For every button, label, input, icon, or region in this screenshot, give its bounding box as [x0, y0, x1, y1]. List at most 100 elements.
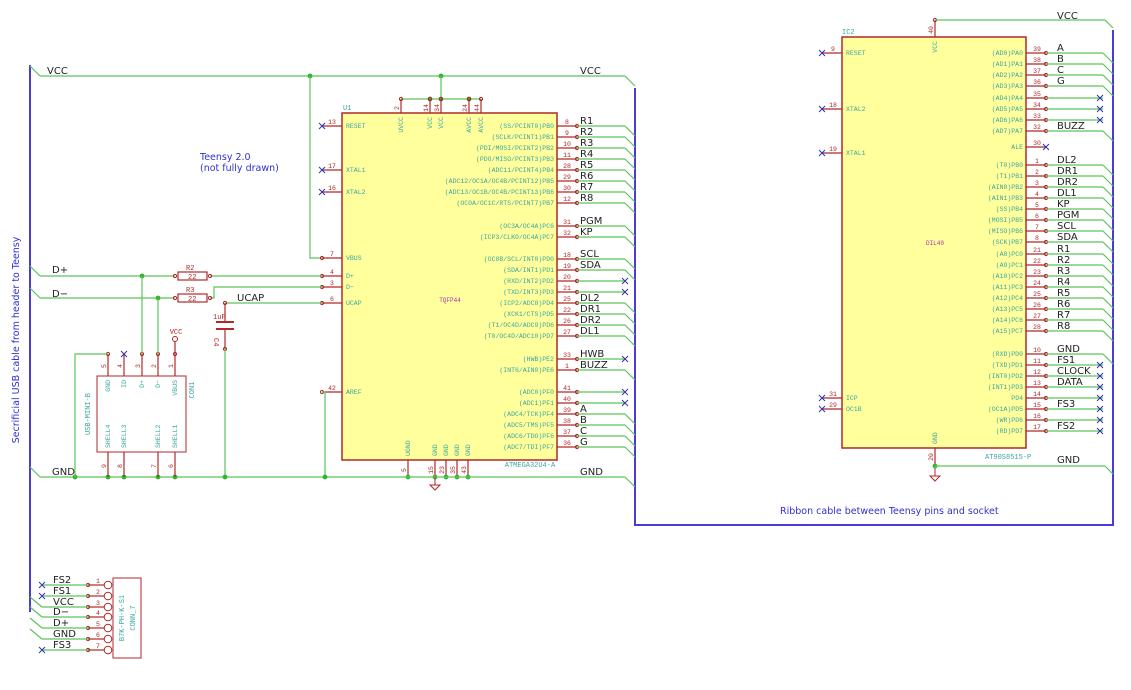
bus-entry: [1102, 308, 1114, 320]
pin-number: 8: [117, 464, 124, 468]
pin-name: RESET: [846, 50, 866, 57]
net-label: R8: [1057, 321, 1070, 332]
pin-number: 1: [565, 363, 569, 370]
pin-name: (ADC0)PF0: [519, 389, 554, 396]
conn7-ref: CONN_7: [130, 605, 138, 630]
net-label: R7: [580, 182, 593, 193]
bus-entry: [624, 258, 636, 270]
net-label: KP: [1057, 199, 1070, 210]
pin-number: 21: [1033, 247, 1041, 254]
pin-number: 17: [1033, 424, 1041, 431]
pin-name: (T0/OC4D/ADC10)PD7: [484, 333, 554, 340]
net-label: BUZZ: [580, 360, 608, 371]
pin-name: (OC0B/SCL/INT0)PD0: [484, 256, 554, 263]
net-label: DL1: [1057, 188, 1077, 199]
bus-entry: [1102, 186, 1114, 198]
bus-entry: [624, 413, 636, 425]
pin-name: (ADC13/OC1B/OC4B/PCINT13)PB6: [445, 189, 554, 196]
bus-entry: [29, 628, 43, 640]
schematic: VCC VCCU1ATMEGA32U4-ATQFP4413RESET17XTAL1…: [11, 11, 1114, 659]
pin-name: RESET: [346, 123, 366, 130]
bus-entry: [624, 269, 636, 281]
bus-entry: [29, 466, 41, 478]
pin-name: ICP: [846, 395, 858, 402]
net-label: DL2: [1057, 155, 1077, 166]
pin-name: SHELL3: [121, 424, 128, 448]
pin-number: 38: [1033, 57, 1041, 64]
bus-entry: [29, 287, 41, 299]
pin-name: D−: [155, 380, 162, 388]
pin-number: 40: [928, 26, 935, 34]
net-label: R4: [580, 149, 593, 160]
net-label: PGM: [580, 216, 602, 227]
bus-entry: [624, 191, 636, 203]
pin-name: (AD5)PA5: [992, 106, 1023, 113]
ic2-footprint: DIL40: [926, 240, 944, 247]
pin-number: 22: [563, 307, 571, 314]
net-label: GND: [53, 629, 76, 640]
pin-name: GND: [454, 444, 461, 456]
net-label: R6: [1057, 299, 1070, 310]
net-label: DR1: [580, 304, 601, 315]
pin-number: 5: [101, 364, 108, 368]
aref-wire: [322, 391, 326, 477]
pin-number: 14: [423, 104, 430, 112]
pin-number: 12: [563, 196, 571, 203]
pin-name: (XCK1/CTS)PD5: [503, 311, 554, 318]
pin-number: 36: [563, 440, 571, 447]
bus-entry: [1102, 319, 1114, 331]
pin-name: (TXD/INT3)PD3: [503, 289, 554, 296]
pin-name: AREF: [346, 389, 362, 396]
vcc-net-label: VCC: [47, 66, 68, 77]
pin-name: (SCK)PB7: [992, 239, 1023, 246]
pin-name: (OC1A)PD5: [988, 406, 1023, 413]
left-bus-note: Secrificial USB cable from header to Tee…: [11, 236, 22, 443]
pin-number: 6: [168, 464, 175, 468]
pin-number: 5: [401, 468, 408, 472]
pin-number: 17: [328, 163, 336, 170]
pin-number: 4: [1035, 191, 1039, 198]
pin-number: 29: [563, 174, 571, 181]
pin-number: 26: [1033, 302, 1041, 309]
pin-number: 11: [1033, 358, 1041, 365]
pin-number: 9: [831, 46, 835, 53]
pin-name: UCAP: [346, 300, 362, 307]
pin-name: (A14)PC6: [992, 317, 1023, 324]
pin-name: (SS/PCINT0)PB0: [499, 123, 554, 130]
net-label: PGM: [1057, 210, 1079, 221]
pin-name: PD4: [1011, 395, 1023, 402]
pin-name: UGND: [405, 440, 412, 456]
net-label: R5: [580, 160, 593, 171]
pin-number: 40: [563, 396, 571, 403]
vbus-wire: [309, 76, 322, 259]
bus-entry: [624, 476, 636, 488]
pin-name: SHELL4: [105, 424, 112, 448]
pin-number: 39: [563, 407, 571, 414]
bus-entry: [1102, 286, 1114, 298]
pin-number: 3: [96, 600, 100, 607]
pin-name: (INT1)PD3: [988, 384, 1023, 391]
pin-name: (RXD/INT2)PD2: [503, 278, 554, 285]
right-bus-note: Ribbon cable between Teensy pins and soc…: [780, 506, 999, 517]
connector-contact-icon: [103, 645, 113, 655]
pin-name: (T0)PB0: [996, 162, 1023, 169]
pin-name: D+: [346, 273, 354, 280]
bus-entry: [1102, 264, 1114, 276]
bus-entry: [624, 369, 636, 381]
bus-entry: [1102, 208, 1114, 220]
pin-number: 29: [829, 402, 837, 409]
net-label: R6: [580, 171, 593, 182]
pin-name: ID: [121, 380, 128, 388]
pin-name: (ADC4/TCK)PF4: [503, 411, 554, 418]
pin-name: (A10)PC2: [992, 273, 1023, 280]
pin-name: (ADC5/TMS)PF5: [503, 422, 554, 429]
vcc-power-label: VCC: [170, 329, 183, 337]
pin-name: GND: [932, 432, 939, 444]
pin-name: (ADC7/TDI)PF7: [503, 444, 554, 451]
teensy-note: Teensy 2.0: [199, 152, 251, 163]
pin-number: 36: [1033, 79, 1041, 86]
pin-number: 37: [1033, 68, 1041, 75]
bus-entry: [1102, 353, 1114, 365]
bus-entry: [29, 617, 43, 629]
ground-icon: [928, 475, 942, 482]
